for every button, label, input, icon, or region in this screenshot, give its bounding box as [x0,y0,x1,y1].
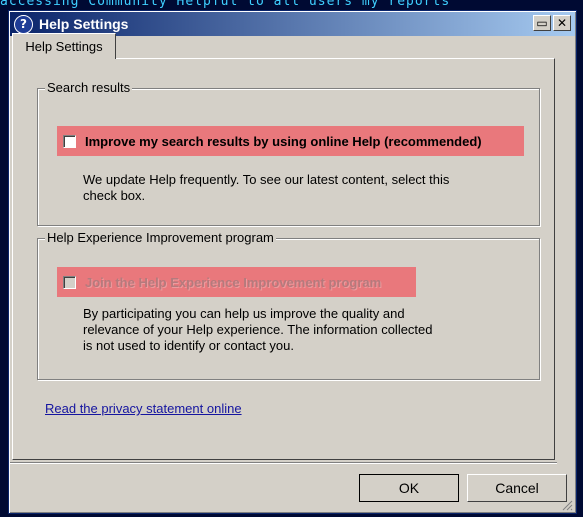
improvement-program-checkbox[interactable] [63,275,76,289]
ok-button[interactable]: OK [359,474,459,502]
dialog-title: Help Settings [39,16,129,32]
improvement-program-checkbox-label[interactable]: Join the Help Experience Improvement pro… [85,275,381,290]
online-help-checkbox[interactable] [63,134,76,148]
restore-icon[interactable]: ▭ [533,15,551,31]
search-results-description: We update Help frequently. To see our la… [83,172,450,203]
search-results-legend: Search results [45,80,133,95]
background-terminal-text: accessing Community Helpful to all users… [0,0,451,9]
close-icon[interactable]: ✕ [553,15,571,31]
privacy-statement-link[interactable]: Read the privacy statement online [45,401,242,416]
footer-divider [10,462,557,464]
help-icon: ? [14,14,33,34]
search-results-group: Search results [37,80,540,226]
online-help-checkbox-row[interactable]: Improve my search results by using onlin… [57,126,524,156]
improvement-program-legend: Help Experience Improvement program [45,230,276,245]
improvement-program-description: By participating you can help us improve… [83,306,433,353]
resize-grip-icon[interactable] [561,499,573,511]
tab-help-settings[interactable]: Help Settings [12,33,116,59]
background-terminal: accessing Community Helpful to all users… [0,0,583,10]
cancel-button[interactable]: Cancel [467,474,567,502]
improvement-program-checkbox-row[interactable]: Join the Help Experience Improvement pro… [57,267,416,297]
online-help-checkbox-label[interactable]: Improve my search results by using onlin… [85,134,482,149]
